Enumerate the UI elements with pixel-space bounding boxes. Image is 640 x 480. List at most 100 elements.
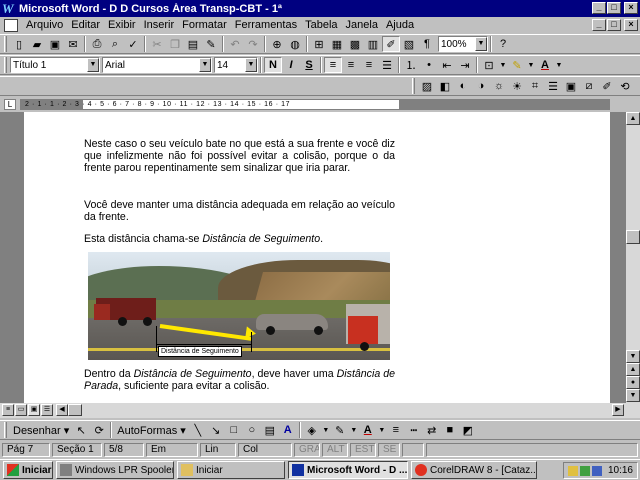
reset-picture-icon[interactable]: ⟲: [616, 78, 634, 94]
italic-button[interactable]: I: [282, 57, 300, 73]
print-preview-icon[interactable]: ⌕: [106, 36, 124, 52]
paragraph-3[interactable]: Esta distância chama-se Distância de Seg…: [84, 233, 395, 245]
more-brightness-icon[interactable]: ☼: [490, 78, 508, 94]
paste-icon[interactable]: ▤: [184, 36, 202, 52]
redo-icon[interactable]: ↷: [244, 36, 262, 52]
justify-icon[interactable]: ☰: [378, 57, 396, 73]
bullets-icon[interactable]: •: [420, 57, 438, 73]
paragraph-2[interactable]: Você deve manter uma distância adequada …: [84, 199, 395, 223]
show-hide-icon[interactable]: ¶: [418, 36, 436, 52]
rectangle-icon[interactable]: □: [225, 422, 243, 438]
chevron-down-icon[interactable]: ▼: [554, 57, 564, 73]
style-select[interactable]: Título 1 ▼: [10, 57, 100, 73]
status-spelling[interactable]: [402, 442, 424, 457]
road-photo[interactable]: Distância de Seguimento: [88, 252, 390, 360]
format-painter-icon[interactable]: ✎: [202, 36, 220, 52]
line-style-icon[interactable]: ☰: [544, 78, 562, 94]
horizontal-scrollbar[interactable]: ≡ ▭ ▣ ☰ ◀ ▶: [0, 403, 640, 418]
arrow-icon[interactable]: ↘: [207, 422, 225, 438]
chevron-down-icon[interactable]: ▼: [498, 57, 508, 73]
close-button[interactable]: ×: [624, 2, 638, 14]
menu-formatar[interactable]: Formatar: [178, 19, 231, 31]
scroll-thumb[interactable]: [626, 230, 640, 244]
spelling-icon[interactable]: ✓: [124, 36, 142, 52]
menu-exibir[interactable]: Exibir: [104, 19, 140, 31]
hyperlink-icon[interactable]: ⊕: [268, 36, 286, 52]
toolbar-grip[interactable]: [412, 78, 415, 94]
vertical-scrollbar[interactable]: ▲ ▼ ▲ ● ▼: [626, 112, 640, 403]
document-icon[interactable]: [4, 18, 18, 32]
line-style-icon[interactable]: ≡: [387, 422, 405, 438]
chevron-down-icon[interactable]: ▼: [349, 422, 359, 438]
print-layout-icon[interactable]: ▣: [28, 404, 40, 416]
email-icon[interactable]: ✉: [64, 36, 82, 52]
text-box-icon[interactable]: ▤: [261, 422, 279, 438]
undo-icon[interactable]: ↶: [226, 36, 244, 52]
outline-view-icon[interactable]: ☰: [41, 404, 53, 416]
web-toolbar-icon[interactable]: ◍: [286, 36, 304, 52]
fill-color-icon[interactable]: ◈: [303, 422, 321, 438]
scroll-right-icon[interactable]: ▶: [612, 404, 624, 416]
copy-icon[interactable]: ❐: [166, 36, 184, 52]
increase-indent-icon[interactable]: ⇥: [456, 57, 474, 73]
tab-selector-icon[interactable]: L: [4, 99, 16, 110]
format-picture-icon[interactable]: ⧄: [580, 78, 598, 94]
3d-icon[interactable]: ◩: [459, 422, 477, 438]
crop-icon[interactable]: ⌗: [526, 78, 544, 94]
insert-table-icon[interactable]: ▦: [328, 36, 346, 52]
menu-editar[interactable]: Editar: [67, 19, 104, 31]
task-word[interactable]: Microsoft Word - D ...: [288, 461, 408, 479]
borders-icon[interactable]: ⊡: [480, 57, 498, 73]
underline-button[interactable]: S: [300, 57, 318, 73]
tray-app-icon[interactable]: [567, 465, 578, 476]
print-icon[interactable]: ⎙: [88, 36, 106, 52]
columns-icon[interactable]: ▥: [364, 36, 382, 52]
select-browse-object-icon[interactable]: ●: [626, 376, 640, 389]
task-iniciar[interactable]: Iniciar: [177, 461, 285, 479]
next-page-icon[interactable]: ▼: [626, 389, 640, 402]
maximize-button[interactable]: □: [607, 2, 621, 14]
task-lpr-spooler[interactable]: Windows LPR Spooler 4.1: [56, 461, 174, 479]
document-area[interactable]: Neste caso o seu veículo bate no que est…: [0, 112, 626, 403]
less-brightness-icon[interactable]: ☀: [508, 78, 526, 94]
status-trk[interactable]: ALT: [322, 442, 348, 457]
numbering-icon[interactable]: ⒈: [402, 57, 420, 73]
decrease-indent-icon[interactable]: ⇤: [438, 57, 456, 73]
doc-restore-button[interactable]: □: [607, 19, 621, 31]
scroll-up-icon[interactable]: ▲: [626, 112, 640, 125]
status-ovr[interactable]: SE: [378, 442, 400, 457]
select-objects-icon[interactable]: ↖: [72, 422, 90, 438]
menu-tabela[interactable]: Tabela: [301, 19, 341, 31]
start-button[interactable]: Iniciar: [3, 461, 53, 479]
line-color-icon[interactable]: ✎: [331, 422, 349, 438]
status-rec[interactable]: GRA: [294, 442, 320, 457]
toolbar-grip[interactable]: [4, 57, 7, 73]
font-color-icon[interactable]: A: [536, 57, 554, 73]
paragraph-4[interactable]: Dentro da Distância de Seguimento, deve …: [84, 368, 395, 392]
doc-minimize-button[interactable]: _: [592, 19, 606, 31]
task-coreldraw[interactable]: CorelDRAW 8 - [Cataz...: [411, 461, 537, 479]
font-select[interactable]: Arial ▼: [102, 57, 212, 73]
draw-menu[interactable]: Desenhar ▾: [10, 422, 72, 438]
chevron-down-icon[interactable]: ▼: [87, 58, 99, 72]
shadow-icon[interactable]: ■: [441, 422, 459, 438]
save-icon[interactable]: ▣: [46, 36, 64, 52]
paragraph-1[interactable]: Neste caso o seu veículo bate no que est…: [84, 138, 395, 174]
more-contrast-icon[interactable]: ◐: [454, 78, 472, 94]
web-layout-icon[interactable]: ▭: [15, 404, 27, 416]
document-page[interactable]: Neste caso o seu veículo bate no que est…: [24, 112, 610, 403]
insert-spreadsheet-icon[interactable]: ▩: [346, 36, 364, 52]
chevron-down-icon[interactable]: ▼: [475, 37, 487, 51]
menu-ferramentas[interactable]: Ferramentas: [231, 19, 301, 31]
scroll-left-icon[interactable]: ◀: [56, 404, 68, 416]
previous-page-icon[interactable]: ▲: [626, 363, 640, 376]
status-ext[interactable]: EST: [350, 442, 376, 457]
doc-close-button[interactable]: ×: [624, 19, 638, 31]
autoshapes-menu[interactable]: AutoFormas ▾: [114, 422, 189, 438]
image-control-icon[interactable]: ◧: [436, 78, 454, 94]
bold-button[interactable]: N: [264, 57, 282, 73]
tray-volume-icon[interactable]: [591, 465, 602, 476]
new-document-icon[interactable]: ▯: [10, 36, 28, 52]
chevron-down-icon[interactable]: ▼: [245, 58, 257, 72]
cut-icon[interactable]: ✂: [148, 36, 166, 52]
